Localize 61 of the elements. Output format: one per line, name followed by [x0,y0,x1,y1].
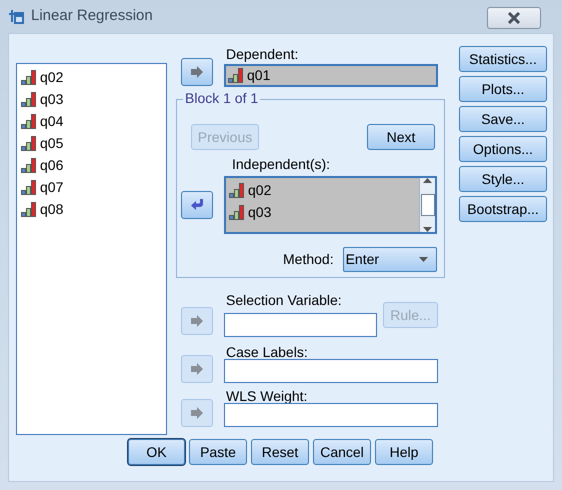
method-dropdown[interactable]: Enter [342,247,437,272]
dropdown-caret-icon [418,257,428,262]
list-item[interactable]: q03 [40,88,64,110]
field-label: Dependent: [226,46,300,63]
list-item[interactable]: q01 [247,65,270,86]
scroll-thumb[interactable] [420,194,434,216]
dialog-button[interactable]: Save... [459,106,547,132]
dialog-button[interactable]: Statistics... [459,46,547,72]
arrow-button[interactable] [181,58,213,86]
close-icon [507,12,521,24]
dialog-button[interactable]: Reset [251,439,309,465]
independents-list[interactable]: q02 q03 [224,176,437,234]
scale-variable-icon [21,92,37,106]
next-button[interactable]: Next [367,124,435,150]
scale-variable-icon [21,180,37,194]
case-labels-field[interactable] [224,359,438,383]
scale-variable-icon [229,182,245,198]
field-label: Method: [283,250,334,269]
selection-variable-field[interactable] [224,313,377,337]
list-item[interactable]: q04 [40,110,64,132]
scale-variable-icon [21,136,37,150]
field-label: Selection Variable: [226,292,343,309]
variable-list[interactable]: q02 q03 q04 q05 q06 q07 q08 [16,63,167,435]
right-arrow-icon [190,66,204,78]
right-arrow-icon [190,407,204,419]
scale-variable-icon [228,68,244,83]
right-arrow-icon [190,315,204,327]
list-item[interactable]: q06 [40,154,64,176]
wls-weight-field[interactable] [224,403,438,427]
scale-variable-icon [21,114,37,128]
list-item[interactable]: q08 [40,198,64,220]
field-label: Case Labels: [226,344,309,361]
right-arrow-icon [190,363,204,375]
dialog-button[interactable]: Options... [459,136,547,162]
field-label: Independent(s): [232,156,332,173]
list-item[interactable]: q02 [248,180,272,200]
window-title: Linear Regression [31,6,153,26]
scale-variable-icon [229,204,245,220]
field-label: WLS Weight: [226,388,308,405]
close-button[interactable] [487,6,541,28]
scrollbar[interactable] [419,178,435,232]
dialog-button[interactable]: Help [375,439,433,465]
list-item[interactable]: q03 [248,202,272,222]
dialog-button[interactable]: Plots... [459,76,547,102]
scroll-up-icon[interactable] [423,178,432,183]
list-item[interactable]: q07 [40,176,64,198]
scroll-down-icon[interactable] [423,227,432,232]
app-icon [9,8,25,24]
dependent-field[interactable]: q01 [224,64,438,87]
dialog-button[interactable]: Style... [459,166,547,192]
scale-variable-icon [21,202,37,216]
list-item[interactable]: q05 [40,132,64,154]
scale-variable-icon [21,70,37,84]
dialog-button[interactable]: Bootstrap... [459,196,547,222]
arrow-button[interactable] [181,191,213,219]
dialog-button[interactable]: Paste [189,439,247,465]
back-arrow-icon [190,199,204,211]
dialog-button[interactable]: OK [128,439,185,465]
scale-variable-icon [21,158,37,172]
dialog-button[interactable]: Cancel [313,439,371,465]
list-item[interactable]: q02 [40,66,64,88]
